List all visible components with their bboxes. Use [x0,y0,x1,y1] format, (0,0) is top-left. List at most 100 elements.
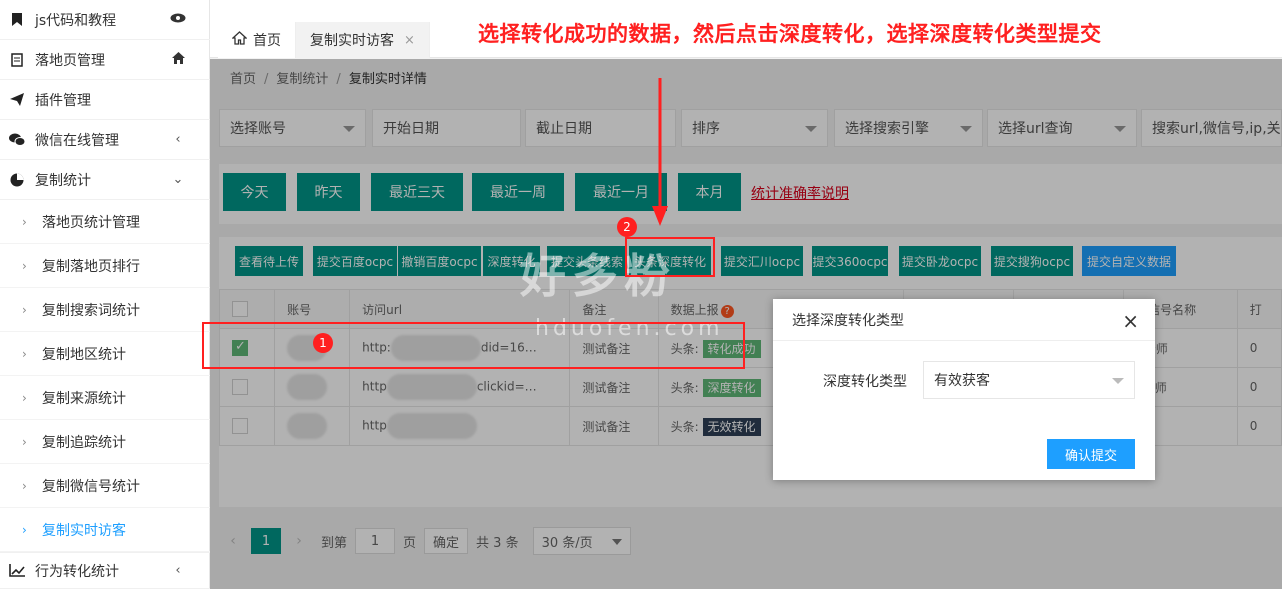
sidebar-subitem-region[interactable]: › 复制地区统计 [0,332,210,376]
count-cell: 0 [1236,328,1282,368]
pie-chart-icon [9,172,25,188]
close-icon[interactable]: × [404,33,415,48]
deep-conversion-dialog: 选择深度转化类型 × 深度转化类型 有效获客 确认提交 [773,299,1155,480]
help-icon[interactable]: ? [720,304,734,318]
confirm-submit-button[interactable]: 确认提交 [1047,439,1135,469]
annotation-instruction: 选择转化成功的数据，然后点击深度转化，选择深度转化类型提交 [478,22,1102,46]
sidebar-subitem-wechat-stats[interactable]: › 复制微信号统计 [0,464,210,508]
sidebar-subitem-landing-stats[interactable]: › 落地页统计管理 [0,200,210,244]
line-chart-icon [9,563,25,579]
submit-wolong-ocpc-button[interactable]: 提交卧龙ocpc [899,246,981,276]
step-marker-2: 2 [617,217,637,237]
view-pending-button[interactable]: 查看待上传 [235,246,303,276]
account-select[interactable]: 选择账号 [219,109,366,147]
pagination: ‹ 1 › 到第 1 页 确定 共 3 条 30 条/页 [219,519,1282,563]
sidebar-item-label: 微信在线管理 [35,132,119,149]
select-value: 选择搜索引擎 [845,121,929,137]
sidebar: js代码和教程 落地页管理 插件管理 微信在线管理 ‹ 复制统计 ⌄ › 落地页… [0,0,210,589]
sidebar-item-label: 插件管理 [35,92,91,109]
search-engine-select[interactable]: 选择搜索引擎 [834,109,983,147]
sidebar-subitem-label: 复制来源统计 [42,390,126,407]
tab-home[interactable]: 首页 [218,22,296,58]
toutiao-deep-conversion-button[interactable]: 头条深度转化 [629,246,711,276]
chevron-left-icon: ‹ [175,132,181,147]
next-page-icon[interactable]: › [285,533,313,549]
submit-huichuan-ocpc-button[interactable]: 提交汇川ocpc [721,246,803,276]
chevron-right-icon: › [22,214,27,229]
status-badge: 转化成功 [702,339,761,358]
select-value: 选择url查询 [998,121,1073,137]
prev-page-icon[interactable]: ‹ [219,533,247,549]
url-text: http [362,379,387,394]
goto-label: 到第 [321,535,348,551]
select-all-checkbox[interactable] [232,301,248,317]
select-value: 有效获客 [934,373,990,389]
submit-toutiao-lead-button[interactable]: 提交头条线索 [547,246,627,276]
chevron-right-icon: › [22,346,27,361]
conversion-type-select[interactable]: 有效获客 [923,361,1135,399]
sidebar-subitem-label: 复制微信号统计 [42,478,140,495]
sidebar-subitem-label: 复制搜索词统计 [42,302,140,319]
date-range-bar: 今天 昨天 最近三天 最近一周 最近一月 本月 统计准确率说明 [219,164,1282,224]
count-cell: 0 [1236,406,1282,446]
today-button[interactable]: 今天 [223,173,286,211]
sidebar-item-js-code[interactable]: js代码和教程 [0,0,210,40]
last-3-days-button[interactable]: 最近三天 [371,173,463,211]
home-outline-icon [231,31,248,49]
sidebar-item-behavior-conversion[interactable]: 行为转化统计 ‹ [0,552,210,589]
sidebar-subitem-search-terms[interactable]: › 复制搜索词统计 [0,288,210,332]
sidebar-item-wechat-online[interactable]: 微信在线管理 ‹ [0,120,210,160]
sidebar-subitem-landing-rank[interactable]: › 复制落地页排行 [0,244,210,288]
row-checkbox[interactable] [232,379,248,395]
chevron-right-icon: › [22,522,27,537]
total-count: 共 3 条 [476,535,519,551]
breadcrumb-item[interactable]: 复制统计 [276,72,328,87]
submit-custom-data-button[interactable]: 提交自定义数据 [1082,246,1176,276]
column-header: 账号 [274,289,351,329]
last-week-button[interactable]: 最近一周 [472,173,564,211]
sidebar-item-landing-page[interactable]: 落地页管理 [0,40,210,80]
sidebar-item-plugins[interactable]: 插件管理 [0,80,210,120]
url-query-select[interactable]: 选择url查询 [987,109,1137,147]
close-icon[interactable]: × [1122,309,1139,333]
sidebar-subitem-source[interactable]: › 复制来源统计 [0,376,210,420]
redacted-account [287,374,328,400]
page-number-current[interactable]: 1 [251,528,281,554]
sidebar-subitem-tracking[interactable]: › 复制追踪统计 [0,420,210,464]
yesterday-button[interactable]: 昨天 [297,173,360,211]
sidebar-subitem-realtime-visitors[interactable]: › 复制实时访客 [0,508,210,552]
submit-sougou-ocpc-button[interactable]: 提交搜狗ocpc [991,246,1073,276]
report-platform: 头条: [670,380,699,395]
caret-down-icon [343,126,355,132]
chevron-right-icon: › [22,390,27,405]
search-input[interactable]: 搜索url,微信号,ip,关键 [1141,109,1282,147]
redacted-url [386,413,477,439]
url-text: http [362,418,387,433]
start-date-input[interactable]: 开始日期 [372,109,521,147]
redacted-url [390,335,481,361]
page-size-select[interactable]: 30 条/页 [532,527,631,555]
home-icon [168,51,188,68]
chevron-down-icon: ⌄ [172,172,184,187]
page-input[interactable]: 1 [355,528,396,554]
tab-label: 复制实时访客 [310,33,394,49]
row-checkbox[interactable] [232,418,248,434]
revoke-baidu-ocpc-button[interactable]: 撤销百度ocpc [397,246,481,276]
sidebar-item-copy-stats[interactable]: 复制统计 ⌄ [0,160,210,200]
goto-confirm-button[interactable]: 确定 [424,528,469,554]
eye-icon [168,12,188,27]
breadcrumb-current: 复制实时详情 [348,72,427,87]
submit-360-ocpc-button[interactable]: 提交360ocpc [812,246,888,276]
row-checkbox-checked[interactable] [232,339,248,356]
this-month-button[interactable]: 本月 [678,173,741,211]
sort-select[interactable]: 排序 [681,109,828,147]
breadcrumb-item[interactable]: 首页 [230,72,256,87]
report-platform: 头条: [670,341,699,356]
deep-conversion-button[interactable]: 深度转化 [482,246,540,276]
report-platform: 头条: [670,419,699,434]
paper-plane-icon [9,92,25,108]
bookmark-icon [9,12,25,28]
submit-baidu-ocpc-button[interactable]: 提交百度ocpc [313,246,397,276]
tab-realtime-visitors[interactable]: 复制实时访客 × [296,22,430,58]
accuracy-info-link[interactable]: 统计准确率说明 [751,183,849,203]
